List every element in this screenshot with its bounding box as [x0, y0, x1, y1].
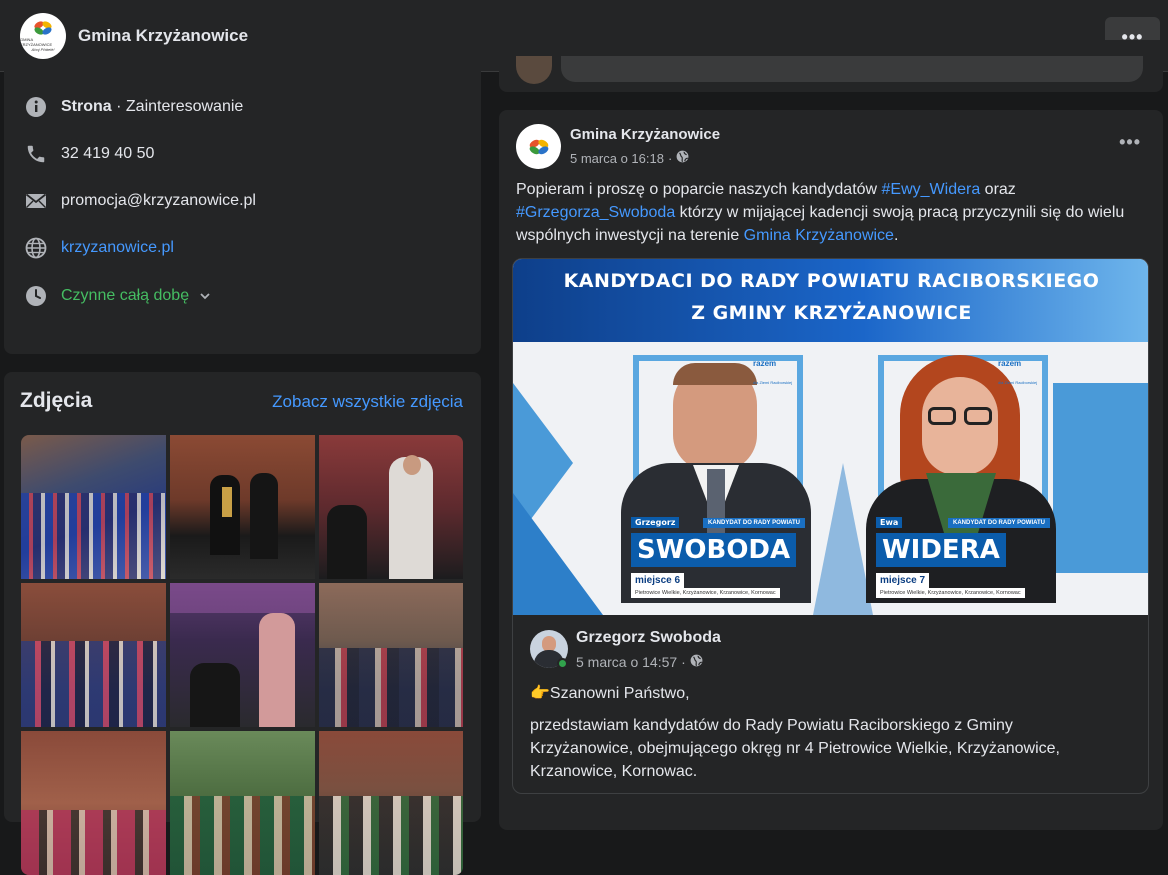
hashtag-link[interactable]: #Ewy_Widera	[882, 181, 981, 198]
banner-title-line-1: KANDYDACI DO RADY POWIATU RACIBORSKIEGO	[563, 270, 1100, 292]
chevron-down-icon[interactable]	[199, 287, 211, 305]
photo-thumbnail[interactable]	[21, 435, 166, 579]
candidate-place: miejsce 6	[631, 573, 685, 588]
globe-icon[interactable]	[676, 150, 689, 166]
razem-logo: razem dla Ziemi Raciborskiej	[753, 353, 792, 389]
post-meta: 5 marca o 16:18 ·	[570, 150, 689, 166]
candidate-photo	[621, 363, 811, 603]
candidate-photo	[866, 355, 1056, 603]
category-value: · Zainteresowanie	[111, 98, 244, 115]
candidate-towns: Pietrowice Wielkie, Krzyżanowice, Krzano…	[631, 588, 780, 598]
photos-title: Zdjęcia	[20, 389, 93, 412]
post-more-button[interactable]: •••	[1119, 132, 1141, 153]
hashtag-link[interactable]: #Grzegorza_Swoboda	[516, 204, 675, 221]
page-logo[interactable]: GMINA KRZYŻANOWICE Ahoj Přátelé!	[20, 12, 66, 59]
candidate-tag: KANDYDAT DO RADY POWIATU	[703, 518, 805, 528]
composer-input[interactable]	[561, 56, 1143, 82]
candidate-towns: Pietrowice Wielkie, Krzyżanowice, Krzano…	[876, 588, 1025, 598]
candidate-last-name: SWOBODA	[631, 533, 797, 567]
candidate-last-name: WIDERA	[876, 533, 1006, 567]
candidate-widera: razem dla Ziemi Raciborskiej Ewa KANDYDA…	[848, 343, 1148, 615]
post-author-name[interactable]: Gmina Krzyżanowice	[570, 126, 720, 143]
photo-thumbnail[interactable]	[21, 583, 166, 727]
photo-thumbnail[interactable]	[170, 583, 315, 727]
photo-thumbnail[interactable]	[319, 583, 463, 727]
razem-logo-text: razem	[998, 359, 1022, 368]
meta-separator: ·	[667, 150, 673, 166]
envelope-icon	[24, 189, 48, 213]
photo-thumbnail[interactable]	[319, 435, 463, 579]
shared-post-text: przedstawiam kandydatów do Rady Powiatu …	[530, 717, 1060, 780]
razem-logo-sub: dla Ziemi Raciborskiej	[998, 380, 1038, 385]
online-status-dot	[557, 658, 568, 669]
composer-avatar[interactable]	[516, 56, 552, 84]
clock-icon	[24, 284, 48, 308]
website-link[interactable]: krzyzanowice.pl	[61, 239, 174, 257]
hours-row[interactable]: Czynne całą dobę	[24, 284, 211, 308]
photo-thumbnail[interactable]	[319, 731, 463, 875]
phone-icon	[24, 142, 48, 166]
post-text-part: Popieram i proszę o poparcie naszych kan…	[516, 181, 882, 198]
post-card: Gmina Krzyżanowice 5 marca o 16:18 · •••…	[499, 110, 1163, 830]
meta-separator: ·	[681, 654, 686, 670]
razem-logo: razem dla Ziemi Raciborskiej	[998, 353, 1037, 389]
phone-row: 32 419 40 50	[24, 142, 154, 166]
candidate-place: miejsce 7	[876, 573, 930, 588]
email-row: promocja@krzyzanowice.pl	[24, 189, 256, 213]
photo-thumbnail[interactable]	[21, 731, 166, 875]
shared-post-body: Grzegorz Swoboda 5 marca o 14:57 · 👉Szan…	[513, 615, 1148, 793]
logo-text: GMINA KRZYŻANOWICE	[20, 37, 53, 47]
shared-post-greeting: 👉Szanowni Państwo,	[530, 685, 690, 702]
photo-grid	[21, 435, 463, 875]
post-date[interactable]: 5 marca o 16:18	[570, 151, 664, 166]
info-icon	[24, 95, 48, 119]
mention-link[interactable]: Gmina Krzyżanowice	[744, 227, 894, 244]
photo-thumbnail[interactable]	[170, 731, 315, 875]
flower-logo-icon	[34, 21, 52, 35]
shared-post-meta: 5 marca o 14:57 ·	[576, 654, 703, 670]
razem-logo-sub: dla Ziemi Raciborskiej	[753, 380, 793, 385]
composer-card	[499, 40, 1163, 92]
campaign-banner-image[interactable]: KANDYDACI DO RADY POWIATU RACIBORSKIEGO …	[513, 259, 1148, 615]
candidate-tag: KANDYDAT DO RADY POWIATU	[948, 518, 1050, 528]
category-row: Strona · Zainteresowanie	[24, 95, 243, 119]
razem-logo-text: razem	[753, 359, 777, 368]
page-title[interactable]: Gmina Krzyżanowice	[78, 26, 248, 46]
see-all-photos-link[interactable]: Zobacz wszystkie zdjęcia	[272, 392, 463, 412]
category-label: Strona	[61, 98, 112, 115]
globe-icon[interactable]	[690, 654, 703, 670]
shared-author-name[interactable]: Grzegorz Swoboda	[576, 629, 721, 647]
post-text-part: .	[893, 227, 899, 244]
shared-post-date[interactable]: 5 marca o 14:57	[576, 654, 677, 670]
photo-thumbnail[interactable]	[170, 435, 315, 579]
post-author-avatar[interactable]	[516, 124, 561, 169]
globe-icon	[24, 236, 48, 260]
website-row: krzyzanowice.pl	[24, 236, 174, 260]
logo-tagline: Ahoj Přátelé!	[31, 47, 55, 52]
flower-logo-icon	[529, 139, 548, 154]
post-text-part: oraz	[980, 181, 1016, 198]
shared-post[interactable]: KANDYDACI DO RADY POWIATU RACIBORSKIEGO …	[512, 258, 1149, 794]
email-address[interactable]: promocja@krzyzanowice.pl	[61, 192, 256, 210]
phone-number[interactable]: 32 419 40 50	[61, 145, 154, 163]
hours-label: Czynne całą dobę	[61, 287, 190, 304]
photos-card: Zdjęcia Zobacz wszystkie zdjęcia	[4, 372, 481, 875]
intro-card: Strona · Zainteresowanie 32 419 40 50 pr…	[4, 68, 481, 354]
banner-title-line-2: Z GMINY KRZYŻANOWICE	[691, 302, 972, 324]
candidate-first-name: Ewa	[876, 517, 903, 528]
candidate-first-name: Grzegorz	[631, 517, 680, 528]
post-text: Popieram i proszę o poparcie naszych kan…	[516, 178, 1136, 247]
